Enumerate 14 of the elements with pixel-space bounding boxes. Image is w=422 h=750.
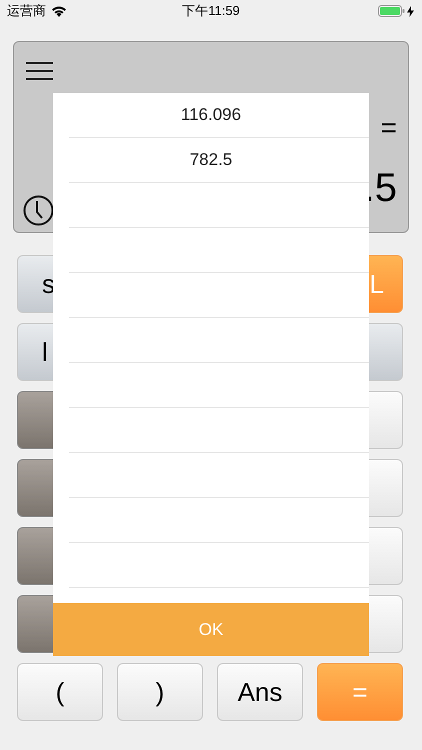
history-entry[interactable]: 116.096 xyxy=(180,105,242,125)
history-entry[interactable]: 782.5 xyxy=(190,150,232,170)
expression-text: = xyxy=(380,112,397,144)
calculator-key[interactable]: ) xyxy=(117,663,203,721)
calculator-key[interactable]: Ans xyxy=(217,663,303,721)
battery-icon xyxy=(378,5,405,17)
result-text: .5 xyxy=(364,168,397,208)
wifi-icon xyxy=(51,5,67,17)
menu-icon[interactable] xyxy=(26,62,53,80)
charging-bolt-icon xyxy=(407,6,414,16)
clock-icon[interactable] xyxy=(23,195,54,226)
calculator-key[interactable]: ( xyxy=(17,663,103,721)
status-time: 下午11:59 xyxy=(182,2,240,20)
carrier-name: 运营商 xyxy=(7,2,46,20)
